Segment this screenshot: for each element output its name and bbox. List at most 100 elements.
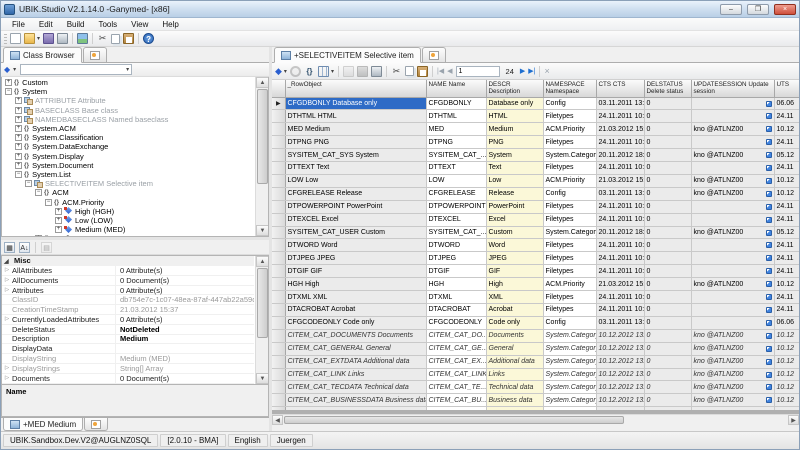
- cell-del[interactable]: 0: [644, 161, 692, 175]
- property-value[interactable]: String[] Array: [116, 364, 254, 373]
- cell-cts[interactable]: 03.11.2011 13:46: [596, 97, 645, 111]
- tab-selectiveitem[interactable]: +SELECTIVEITEM Selective item: [274, 47, 421, 63]
- cell-name[interactable]: CFGRELEASE: [426, 187, 487, 201]
- prev-page-button[interactable]: ◀: [447, 67, 452, 75]
- cell-row[interactable]: DTACROBAT Acrobat: [285, 303, 427, 317]
- cell-cts[interactable]: 24.11.2011 10:14: [596, 251, 645, 266]
- restore-button[interactable]: ❐: [747, 3, 769, 15]
- tree-item[interactable]: − SELECTIVEITEM Selective item: [3, 179, 254, 189]
- scrollbar-thumb[interactable]: [257, 268, 268, 338]
- cell-ns[interactable]: Filetypes: [543, 213, 597, 227]
- cell-row[interactable]: CITEM_CAT_EXTDATA Additional data: [285, 355, 427, 369]
- cell-upd[interactable]: [691, 303, 775, 317]
- cell-ns[interactable]: System.Category...: [543, 329, 597, 343]
- cell-ns[interactable]: Config: [543, 97, 597, 111]
- column-header[interactable]: UPDATESESSION Update session: [691, 80, 775, 98]
- cell-ns[interactable]: Filetypes: [543, 303, 597, 317]
- save-button[interactable]: [356, 65, 368, 77]
- grid-row[interactable]: CITEM_CAT_TECDATA Technical data CITEM_CA…: [272, 380, 799, 395]
- cell-uts[interactable]: 24.11: [774, 161, 799, 175]
- cell-ns[interactable]: Config: [543, 316, 597, 330]
- cell-ns[interactable]: Filetypes: [543, 290, 597, 304]
- cell-ns[interactable]: System.Category: [543, 368, 597, 382]
- cell-uts[interactable]: 10.12: [774, 393, 799, 408]
- cell-name[interactable]: DTXML: [426, 290, 487, 304]
- cell-uts[interactable]: 05.12: [774, 226, 799, 240]
- cell-uts[interactable]: 10.12: [774, 380, 799, 395]
- cell-descr[interactable]: Business data: [486, 393, 544, 408]
- cell-del[interactable]: 0: [644, 342, 692, 356]
- class-filter-combobox[interactable]: ▾: [20, 64, 133, 75]
- cell-descr[interactable]: XML: [486, 290, 544, 304]
- grid-row[interactable]: CITEM_CAT_BUSINESSDATA Business data CITE…: [272, 393, 799, 408]
- tree-item[interactable]: + Medium (MED): [3, 225, 254, 234]
- cell-name[interactable]: CITEM_CAT_EX...: [426, 355, 487, 369]
- cell-upd[interactable]: kno @ATLNZ00: [691, 277, 775, 292]
- refresh-button[interactable]: [289, 65, 301, 77]
- cell-row[interactable]: [285, 406, 427, 410]
- cell-descr[interactable]: PowerPoint: [486, 200, 544, 214]
- menu-file[interactable]: File: [5, 20, 32, 29]
- cell-descr[interactable]: Text: [486, 161, 544, 175]
- menu-build[interactable]: Build: [60, 20, 92, 29]
- grid-horizontal-scrollbar[interactable]: ◀ ▶: [272, 414, 799, 425]
- property-value[interactable]: db754e7c-1c07-48ea-87af-447ab22a59d0: [116, 295, 254, 304]
- cell-del[interactable]: 0: [644, 226, 692, 240]
- row-header[interactable]: [272, 238, 286, 253]
- cell-ns[interactable]: System.Category...: [543, 380, 597, 395]
- cell-cts[interactable]: 10.12.2012 13:43: [596, 329, 645, 343]
- expand-icon[interactable]: +: [15, 106, 22, 114]
- cell-name[interactable]: CITEM_CAT_DO...: [426, 329, 487, 343]
- tree-item[interactable]: +{} System.DataExchange: [3, 142, 254, 151]
- cell-upd[interactable]: kno @ATLNZ00: [691, 342, 775, 356]
- cell-row[interactable]: DTPNG PNG: [285, 135, 427, 150]
- cell-name[interactable]: DTJPEG: [426, 251, 487, 266]
- cell-descr[interactable]: Database only: [486, 97, 544, 111]
- scroll-down-icon[interactable]: ▼: [256, 373, 268, 384]
- expand-icon[interactable]: ▷: [2, 277, 12, 283]
- cell-cts[interactable]: 10.12.2012 13:41: [596, 393, 645, 408]
- categorized-view-button[interactable]: ▦: [4, 241, 15, 253]
- cell-upd[interactable]: [691, 135, 775, 150]
- cell-upd[interactable]: kno @ATLNZ00: [691, 122, 775, 137]
- expand-icon[interactable]: +: [15, 125, 22, 133]
- cell-ns[interactable]: Filetypes: [543, 161, 597, 175]
- menu-view[interactable]: View: [124, 20, 155, 29]
- first-page-button[interactable]: |◀: [437, 67, 444, 75]
- collapse-icon[interactable]: −: [25, 180, 32, 188]
- cell-uts[interactable]: 24.11: [774, 135, 799, 150]
- cell-del[interactable]: 0: [644, 109, 692, 124]
- cell-del[interactable]: 0: [644, 316, 692, 330]
- expand-icon[interactable]: ▷: [2, 287, 12, 293]
- tree-item[interactable]: +{} System.ACM: [3, 124, 254, 133]
- row-header[interactable]: [272, 135, 286, 150]
- cell-row[interactable]: MED Medium: [285, 122, 427, 137]
- cell-ns[interactable]: System.Category: [543, 226, 597, 240]
- cell-name[interactable]: HGH: [426, 277, 487, 292]
- cell-name[interactable]: CFGCODEONLY: [426, 316, 487, 330]
- property-value[interactable]: 0 Document(s): [116, 374, 254, 383]
- property-value[interactable]: 21.03.2012 15:37: [116, 305, 254, 314]
- cell-row[interactable]: CITEM_CAT_BUSINESSDATA Business data: [285, 393, 427, 408]
- cut-icon[interactable]: ✂: [97, 33, 108, 44]
- cell-name[interactable]: SYSITEM_CAT_...: [426, 148, 487, 163]
- cell-name[interactable]: CITEM_CAT_GE...: [426, 342, 487, 356]
- cell-upd[interactable]: [691, 213, 775, 227]
- page-number-input[interactable]: [455, 65, 500, 77]
- cell-row[interactable]: DTJPEG JPEG: [285, 251, 427, 266]
- cell-row[interactable]: CITEM_CAT_GENERAL General: [285, 342, 427, 356]
- filter-dropdown-icon[interactable]: ▾: [284, 68, 287, 75]
- cell-del[interactable]: 0: [644, 122, 692, 137]
- property-row[interactable]: DeleteStatus NotDeleted: [2, 324, 254, 335]
- cell-upd[interactable]: kno @ATLNZ00: [691, 174, 775, 188]
- cell-ns[interactable]: System.Category: [543, 148, 597, 163]
- cell-name[interactable]: MED: [426, 122, 487, 137]
- print-button[interactable]: [57, 33, 69, 44]
- cell-upd[interactable]: [691, 161, 775, 175]
- scrollbar-thumb[interactable]: [284, 416, 624, 424]
- cell-row[interactable]: CITEM_CAT_LINK Links: [285, 368, 427, 382]
- column-header[interactable]: CTS CTS: [596, 80, 645, 98]
- cell-cts[interactable]: 24.11.2011 10:14: [596, 200, 645, 214]
- tree-item[interactable]: + Low (LOW): [3, 216, 254, 225]
- grid-row[interactable]: MED Medium MED Medium ACM.Priority 21.03.201…: [272, 122, 799, 137]
